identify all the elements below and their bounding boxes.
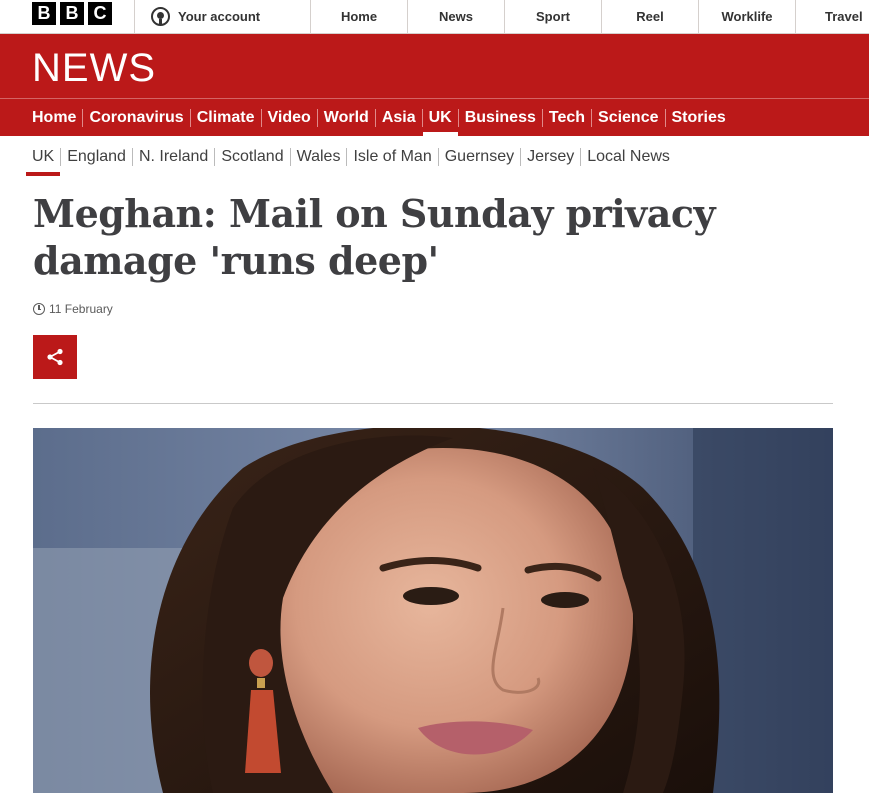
subnav-n-ireland[interactable]: N. Ireland (133, 140, 214, 174)
news-nav-home[interactable]: Home (26, 99, 82, 136)
article-timestamp: 11 February (33, 302, 113, 316)
top-nav-worklife[interactable]: Worklife (698, 0, 795, 33)
subnav-scotland[interactable]: Scotland (215, 140, 289, 174)
news-nav-climate[interactable]: Climate (191, 99, 261, 136)
bbc-logo-letter-3: C (88, 2, 112, 25)
subnav-jersey[interactable]: Jersey (521, 140, 580, 174)
content-divider (33, 403, 833, 404)
top-nav-sport[interactable]: Sport (504, 0, 601, 33)
news-main-navigation: Home Coronavirus Climate Video World Asi… (26, 99, 732, 136)
article-hero-image (33, 428, 833, 793)
top-nav-travel[interactable]: Travel (795, 0, 869, 33)
news-nav-tech[interactable]: Tech (543, 99, 591, 136)
news-nav-asia[interactable]: Asia (376, 99, 422, 136)
share-icon (47, 348, 63, 366)
article-date: 11 February (49, 302, 113, 316)
bbc-top-bar: B B C Your account Home News Sport Reel … (0, 0, 869, 34)
account-icon (151, 7, 170, 26)
bbc-logo[interactable]: B B C (32, 2, 112, 25)
news-nav-business[interactable]: Business (459, 99, 542, 136)
news-nav-coronavirus[interactable]: Coronavirus (83, 99, 189, 136)
subnav-uk[interactable]: UK (26, 140, 61, 176)
news-header: NEWS Home Coronavirus Climate Video Worl… (0, 34, 869, 136)
top-navigation: Home News Sport Reel Worklife Travel (310, 0, 869, 33)
article-headline: Meghan: Mail on Sunday privacy damage 'r… (33, 191, 716, 283)
clock-icon (33, 303, 45, 315)
account-label: Your account (178, 9, 261, 24)
subnav-england[interactable]: England (61, 140, 132, 174)
news-nav-uk[interactable]: UK (422, 99, 458, 136)
subnav-local-news[interactable]: Local News (581, 140, 676, 174)
top-nav-reel[interactable]: Reel (601, 0, 698, 33)
top-nav-news[interactable]: News (407, 0, 504, 33)
news-nav-stories[interactable]: Stories (666, 99, 732, 136)
news-nav-video[interactable]: Video (262, 99, 317, 136)
portrait-photo (33, 428, 833, 793)
bbc-logo-letter-2: B (60, 2, 84, 25)
subnav-wales[interactable]: Wales (291, 140, 347, 174)
your-account-link[interactable]: Your account (134, 0, 260, 33)
news-nav-world[interactable]: World (318, 99, 375, 136)
news-nav-science[interactable]: Science (592, 99, 664, 136)
subnav-isle-of-man[interactable]: Isle of Man (347, 140, 437, 174)
uk-sub-navigation: UK England N. Ireland Scotland Wales Isl… (26, 138, 676, 176)
bbc-logo-letter-1: B (32, 2, 56, 25)
share-button[interactable] (33, 335, 77, 379)
top-nav-home[interactable]: Home (310, 0, 407, 33)
news-logo[interactable]: NEWS (32, 46, 156, 91)
subnav-guernsey[interactable]: Guernsey (439, 140, 520, 174)
